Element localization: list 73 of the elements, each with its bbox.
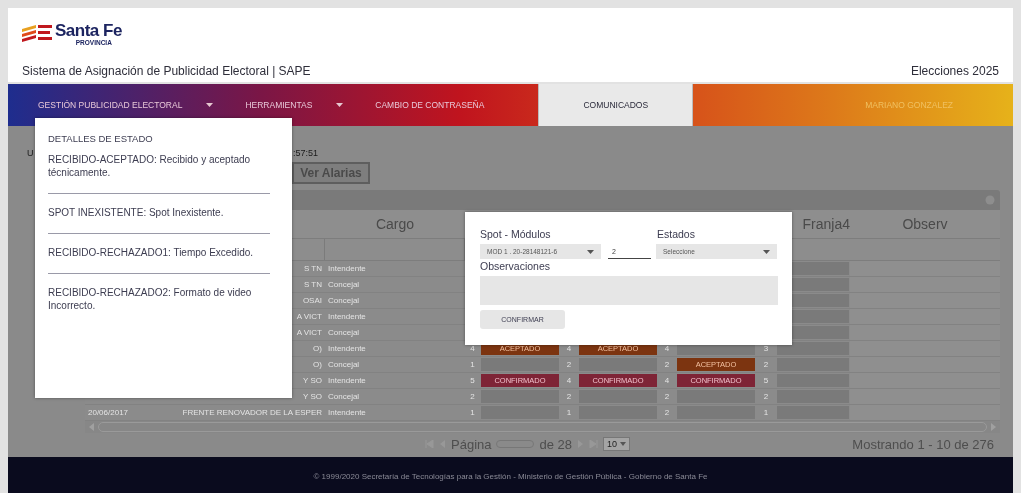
nav-tab[interactable]: CAMBIO DE CONTRASEÑA bbox=[365, 84, 495, 126]
field-label: Spot - Módulos bbox=[480, 227, 552, 241]
record-summary: Mostrando 1 - 10 de 276 bbox=[852, 436, 994, 452]
status-description: RECIBIDO-ACEPTADO: Recibido y aceptado técnicamente. bbox=[48, 153, 252, 179]
table-cell: 2 bbox=[566, 360, 572, 369]
table-cell: Intendente bbox=[328, 376, 366, 385]
table-cell: 3 bbox=[763, 344, 769, 353]
table-cell: 1 bbox=[763, 408, 769, 417]
table-cell: S TN bbox=[303, 264, 322, 273]
table-cell: Intendente bbox=[328, 344, 366, 353]
scroll-left-icon[interactable] bbox=[88, 423, 96, 431]
election-label: Elecciones 2025 bbox=[910, 64, 999, 78]
table-cell: 4 bbox=[664, 344, 670, 353]
status-description: RECIBIDO-RECHAZADO2: Formato de video Incorrecto. bbox=[48, 286, 253, 312]
nav-tab[interactable]: COMUNICADOS bbox=[538, 84, 694, 126]
column-header: Observ bbox=[902, 216, 948, 232]
table-cell: 2 bbox=[470, 392, 475, 401]
table-cell: 2 bbox=[763, 392, 769, 401]
scroll-right-icon[interactable] bbox=[989, 423, 997, 431]
caret-icon bbox=[587, 249, 594, 254]
app-title: Sistema de Asignación de Publicidad Electoral | SAPE bbox=[22, 64, 311, 78]
table-cell: O) bbox=[313, 344, 322, 353]
column-header: Franja4 bbox=[802, 216, 850, 232]
page-count: de 28 bbox=[539, 436, 573, 452]
table-cell: 1 bbox=[470, 360, 475, 369]
table-cell: O) bbox=[313, 360, 322, 369]
table-cell: 2 bbox=[664, 392, 670, 401]
table-cell: S TN bbox=[303, 280, 322, 289]
notes-field[interactable] bbox=[480, 276, 778, 305]
status-description: SPOT INEXISTENTE: Spot Inexistente. bbox=[48, 206, 225, 219]
table-cell: 4 bbox=[664, 376, 670, 385]
table-cell: 4 bbox=[470, 344, 475, 353]
table-cell: Concejal bbox=[328, 328, 360, 337]
field-label: Observaciones bbox=[480, 259, 552, 273]
table-cell: Y SO bbox=[303, 376, 322, 385]
table-cell: Concejal bbox=[328, 280, 360, 289]
table-cell: OSAI bbox=[302, 296, 322, 305]
table-cell: Concejal bbox=[328, 296, 360, 305]
table-cell: 1 bbox=[566, 408, 572, 417]
table-cell: 2 bbox=[664, 408, 670, 417]
table-cell: 20/06/2017 bbox=[88, 408, 129, 417]
caret-icon[interactable] bbox=[206, 103, 214, 107]
logo-wordmark: Santa Fe bbox=[55, 22, 122, 39]
table-cell: 4 bbox=[566, 344, 572, 353]
page-size-select[interactable]: 10 bbox=[603, 437, 631, 451]
table-cell: 2 bbox=[566, 392, 572, 401]
table-cell: Intendente bbox=[328, 264, 366, 273]
status-description: RECIBIDO-RECHAZADO1: Tiempo Excedido. bbox=[48, 246, 255, 259]
table-cell: 5 bbox=[470, 376, 475, 385]
info-text: :57:51 bbox=[292, 148, 318, 158]
popup-title: DETALLES DE ESTADO bbox=[48, 133, 154, 144]
table-cell: Intendente bbox=[328, 408, 366, 417]
table-cell: Concejal bbox=[328, 360, 360, 369]
table-cell: A VICT bbox=[296, 312, 322, 321]
copyright-text: © 1999/2020 Secretaría de Tecnologías para la Gestión - Ministerio de Gestión Pública - Gobierno de Santa Fe bbox=[313, 471, 708, 481]
table-cell: 1 bbox=[470, 408, 475, 417]
table-cell: Concejal bbox=[328, 392, 360, 401]
table-cell: 2 bbox=[664, 360, 670, 369]
caret-icon[interactable] bbox=[336, 103, 344, 107]
table-cell: FRENTE RENOVADOR DE LA ESPER bbox=[182, 408, 322, 417]
table-cell: 2 bbox=[763, 360, 769, 369]
caret-icon bbox=[763, 249, 770, 254]
info-text: U bbox=[27, 148, 34, 158]
caret-icon bbox=[620, 442, 627, 446]
table-cell: 5 bbox=[763, 376, 769, 385]
table-cell: 4 bbox=[566, 376, 572, 385]
page-label: Página bbox=[451, 436, 492, 452]
column-header: Cargo bbox=[375, 216, 415, 232]
table-cell: Intendente bbox=[328, 312, 366, 321]
table-cell: Y SO bbox=[303, 392, 322, 401]
field-label: Estados bbox=[657, 227, 695, 241]
logo-icon bbox=[22, 23, 52, 45]
table-cell: A VICT bbox=[296, 328, 322, 337]
